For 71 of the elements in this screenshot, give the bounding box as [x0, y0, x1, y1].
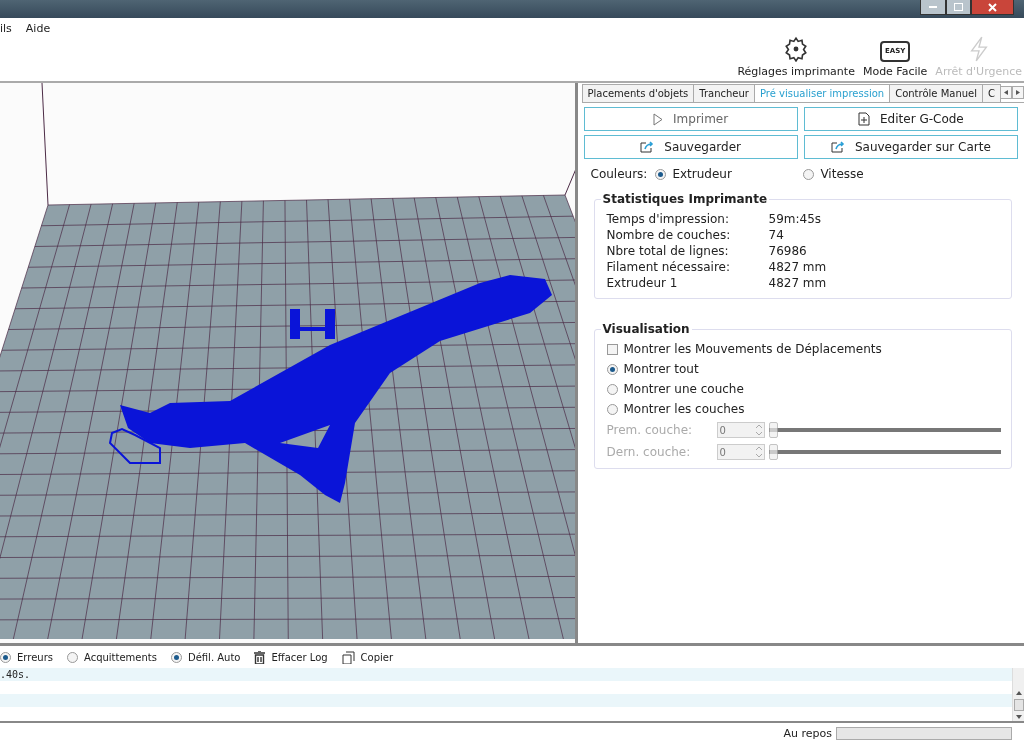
tab[interactable]: C — [982, 84, 1001, 102]
layer-label: Dern. couche: — [606, 445, 692, 459]
scrollbar[interactable] — [1012, 668, 1024, 721]
radio-label: Vitesse — [820, 167, 864, 181]
stat-label: Nbre total de lignes: — [606, 244, 730, 258]
maximize-button[interactable] — [946, 0, 971, 15]
group-title: Visualisation — [600, 322, 692, 336]
radio-label: Montrer les couches — [623, 402, 745, 416]
stat-value: 76986 — [768, 244, 808, 258]
radio-button[interactable] — [803, 168, 815, 180]
play-icon — [653, 112, 664, 126]
layer-label: Prem. couche: — [606, 423, 694, 437]
spinner-arrows-icon — [753, 445, 764, 459]
status-text: Au repos — [783, 726, 832, 740]
document-plus-icon — [858, 112, 870, 126]
stat-value: 4827 mm — [768, 276, 828, 290]
tab[interactable]: Placements d'objets — [581, 84, 695, 102]
trash-icon — [254, 650, 266, 664]
export-icon — [830, 141, 845, 153]
radio-button[interactable] — [606, 403, 618, 415]
action-button[interactable]: Sauvegarder — [583, 135, 798, 159]
stat-value: 74 — [768, 228, 785, 242]
stat-value: 59m:45s — [768, 212, 823, 226]
copy-button[interactable]: Copier — [341, 650, 394, 664]
minimize-button[interactable] — [920, 0, 946, 15]
menu-item[interactable]: ils — [0, 21, 12, 35]
close-icon — [988, 2, 997, 12]
filter-label: Acquittements — [83, 651, 157, 663]
scroll-thumb[interactable] — [1013, 699, 1024, 711]
action-button[interactable]: Sauvegarder sur Carte — [803, 135, 1018, 159]
radio-button[interactable] — [0, 651, 11, 663]
scroll-down-icon — [1015, 715, 1022, 719]
right-arrow-icon — [1016, 90, 1020, 95]
radio-label: Extrudeur — [672, 167, 732, 181]
checkbox-label: Montrer les Mouvements de Déplacements — [623, 342, 882, 356]
radio-label: Montrer une couche — [623, 382, 744, 396]
radio-button[interactable] — [170, 651, 182, 663]
tab[interactable]: Contrôle Manuel — [889, 84, 983, 102]
radio-label: Montrer tout — [623, 362, 699, 376]
radio-button[interactable] — [66, 651, 78, 663]
filter-label: Défil. Auto — [187, 651, 241, 663]
menu-item[interactable]: Aide — [25, 21, 51, 35]
copy-icon — [341, 650, 355, 664]
minimize-icon — [929, 5, 937, 9]
left-arrow-icon — [1004, 90, 1008, 95]
scroll-right-button[interactable] — [1012, 86, 1024, 99]
scroll-up-icon — [1015, 691, 1022, 695]
stat-value: 4827 mm — [768, 260, 828, 274]
stat-label: Extrudeur 1 — [606, 276, 679, 290]
stat-label: Filament nécessaire: — [606, 260, 732, 274]
settings-icon — [783, 36, 810, 62]
maximize-icon — [954, 3, 963, 11]
toolbar-button[interactable]: Réglages imprimante — [737, 36, 855, 78]
action-button[interactable]: Editer G-Code — [803, 107, 1018, 131]
colors-label: Couleurs: — [590, 167, 648, 181]
lightning-icon — [967, 36, 990, 62]
clear-log-button[interactable]: Effacer Log — [254, 650, 328, 664]
spinner-arrows-icon — [753, 423, 764, 437]
export-icon — [640, 141, 655, 153]
checkbox[interactable] — [606, 343, 618, 355]
radio-button[interactable] — [606, 363, 618, 375]
tab[interactable]: Trancheur — [693, 84, 755, 102]
scroll-left-button[interactable] — [1000, 86, 1012, 99]
group-title: Statistiques Imprimante — [600, 192, 770, 206]
stat-label: Nombre de couches: — [606, 228, 732, 242]
filter-label: Erreurs — [17, 651, 53, 663]
radio-button[interactable] — [606, 383, 618, 395]
stat-label: Temps d'impression: — [606, 212, 730, 226]
log-row: .40s. — [0, 668, 1012, 681]
radio-button[interactable] — [655, 168, 667, 180]
close-button[interactable] — [971, 0, 1014, 15]
